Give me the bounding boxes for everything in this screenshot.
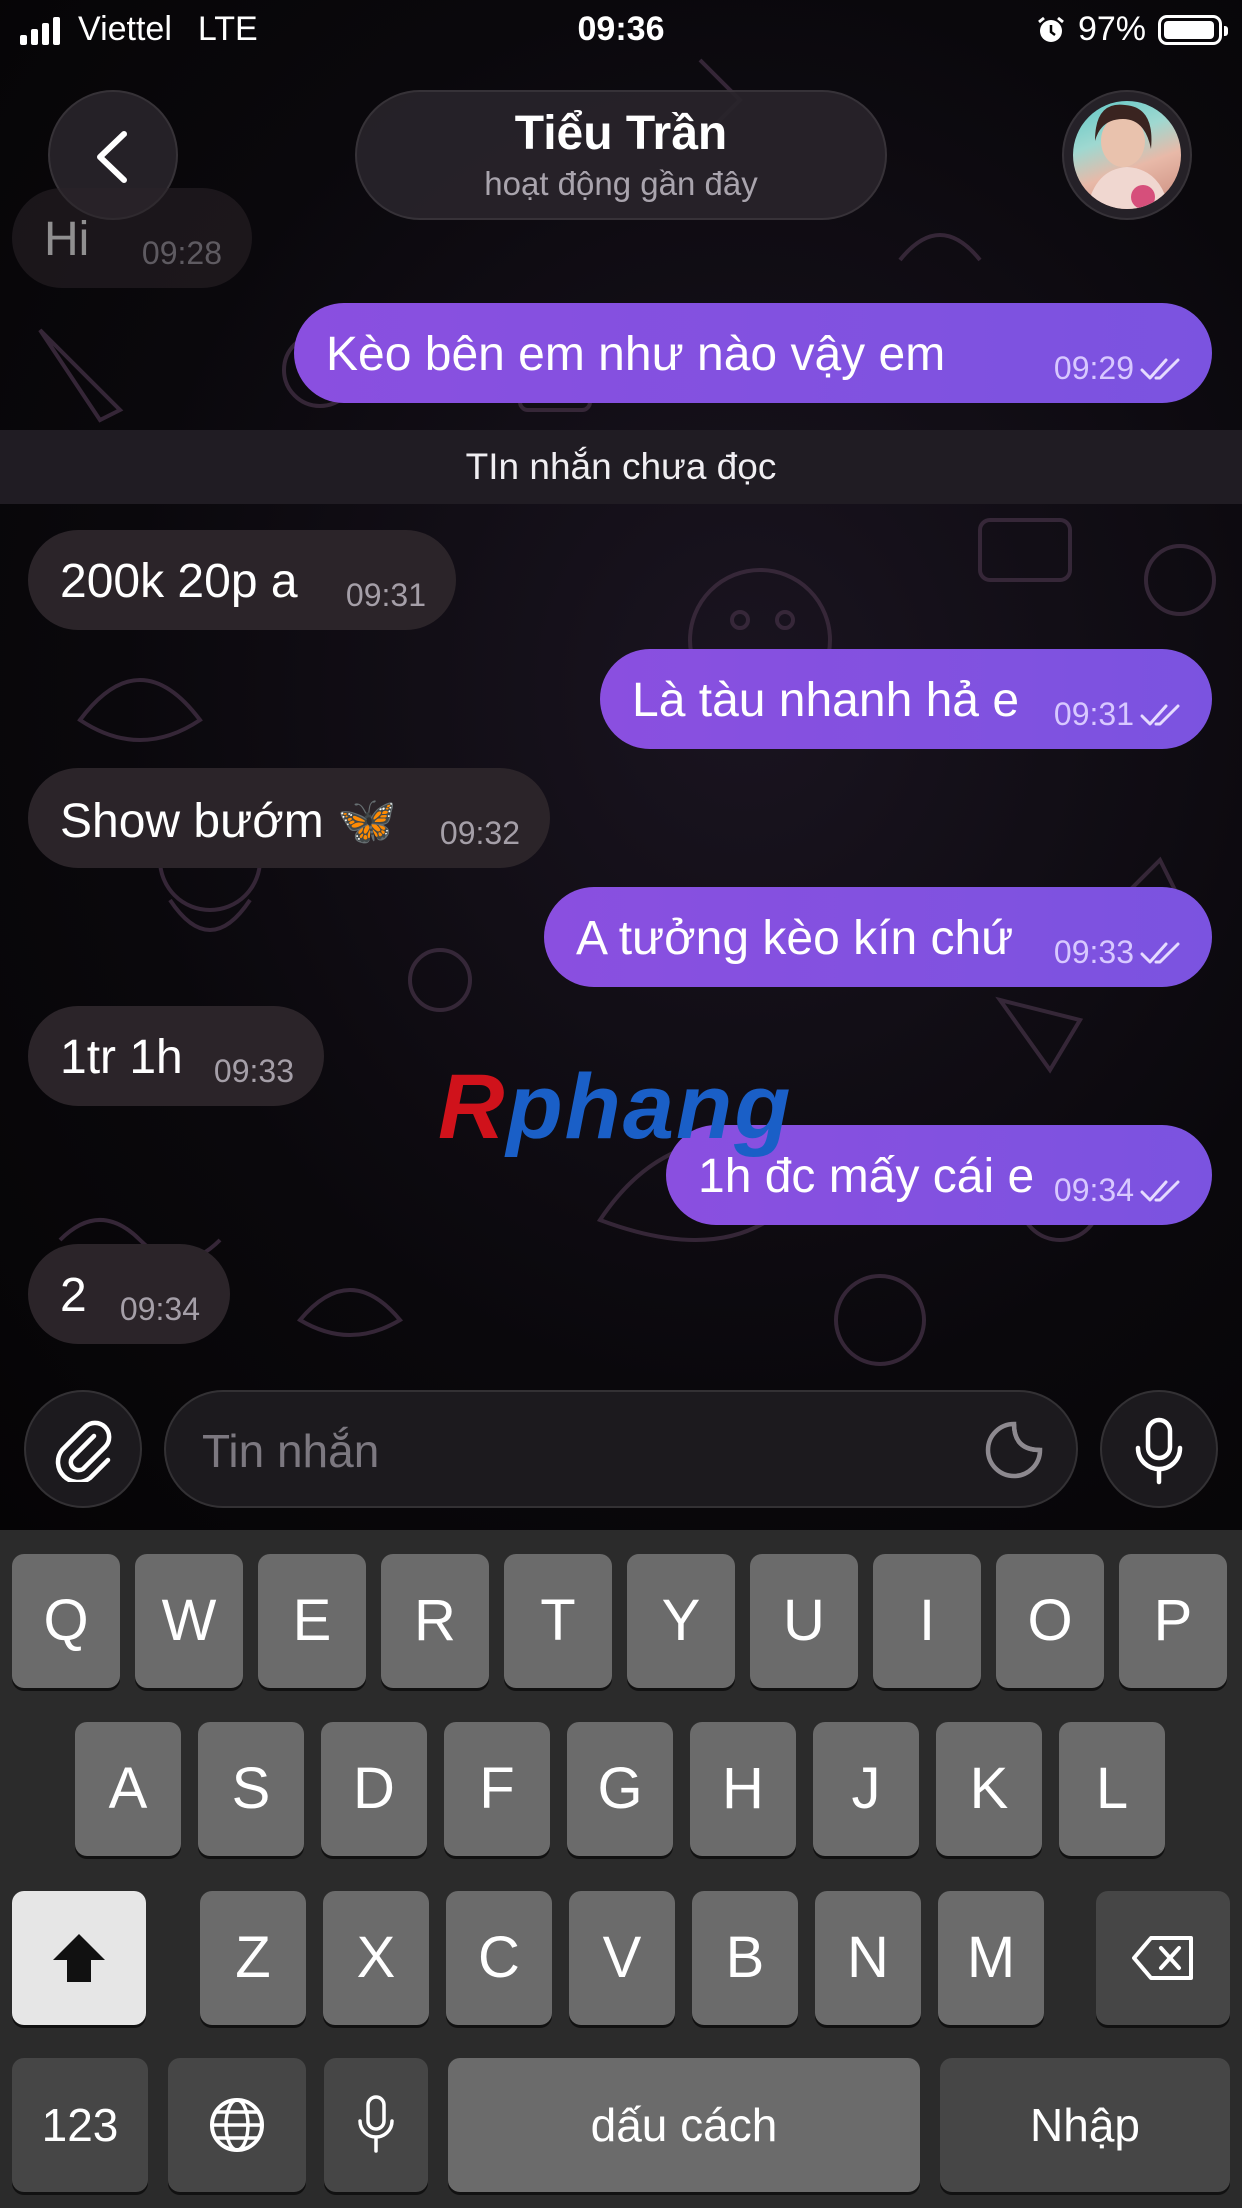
shift-arrow-icon [53,1934,105,1982]
message-time: 09:34 [1053,1172,1134,1208]
message-text: 200k 20p a [60,555,298,608]
message-time: 09:29 [1053,350,1134,386]
message-text: 2 [60,1269,87,1322]
key-m[interactable]: M [938,1891,1044,2025]
key-f[interactable]: F [444,1722,550,1856]
message-time: 09:34 [119,1291,200,1327]
keyboard: QWERTYUIOP ASDFGHJKL ZXCVBNM 123 dấu các… [0,1530,1242,2208]
globe-icon [210,2098,264,2152]
message-time: 09:31 [1053,696,1134,732]
incoming-message[interactable]: 1tr 1h 09:33 [28,1006,324,1106]
key-t[interactable]: T [504,1554,612,1688]
message-text: Show bướm 🦋 [60,795,397,848]
contact-name: Tiểu Trần [514,107,728,160]
chat-title[interactable]: Tiểu Trần hoạt động gần đây [355,90,887,220]
message-text: Hi [44,213,90,266]
key-y[interactable]: Y [627,1554,735,1688]
return-key[interactable]: Nhập [940,2058,1230,2192]
key-b[interactable]: B [692,1891,798,2025]
message-text: A tưởng kèo kín chứ [576,912,1014,965]
numbers-key[interactable]: 123 [12,2058,148,2192]
voice-record-button[interactable] [1100,1390,1218,1508]
key-j[interactable]: J [813,1722,919,1856]
chevron-left-icon [97,131,127,183]
outgoing-message[interactable]: Là tàu nhanh hả e 09:31 [600,649,1212,749]
shift-key[interactable] [12,1891,146,2025]
message-time: 09:32 [439,815,520,851]
dictation-key[interactable] [324,2058,428,2192]
key-g[interactable]: G [567,1722,673,1856]
message-meta: 09:29 [1054,350,1186,387]
key-q[interactable]: Q [12,1554,120,1688]
key-k[interactable]: K [936,1722,1042,1856]
microphone-icon [1135,1417,1183,1485]
message-meta: 09:34 [120,1291,200,1328]
key-n[interactable]: N [815,1891,921,2025]
outgoing-message[interactable]: A tưởng kèo kín chứ 09:33 [544,887,1212,987]
alarm-icon [1038,16,1064,42]
message-meta: 09:28 [142,235,222,272]
incoming-message[interactable]: 200k 20p a 09:31 [28,530,456,630]
message-meta: 09:32 [440,815,520,852]
attach-button[interactable] [24,1390,142,1508]
key-p[interactable]: P [1119,1554,1227,1688]
backspace-key[interactable] [1096,1891,1230,2025]
battery-icon [1158,14,1228,45]
incoming-message[interactable]: Hi 09:28 [12,188,252,288]
message-placeholder: Tin nhắn [202,1425,380,1477]
space-key[interactable]: dấu cách [448,2058,920,2192]
backspace-icon [1132,1936,1193,1980]
sticker-icon[interactable] [982,1418,1046,1482]
message-time: 09:33 [213,1053,294,1089]
key-h[interactable]: H [690,1722,796,1856]
double-check-icon [1140,704,1180,725]
message-meta: 09:33 [214,1053,294,1090]
avatar[interactable] [1062,90,1192,220]
outgoing-message[interactable]: Kèo bên em như nào vậy em 09:29 [294,303,1212,403]
message-meta: 09:31 [346,577,426,614]
double-check-icon [1140,358,1180,379]
key-x[interactable]: X [323,1891,429,2025]
message-input[interactable]: Tin nhắn [164,1390,1078,1508]
paperclip-icon [55,1420,112,1482]
key-a[interactable]: A [75,1722,181,1856]
battery-percent: 97% [1077,10,1146,48]
contact-status: hoạt động gần đây [484,165,758,202]
status-bar: Viettel LTE 09:36 97% [0,0,1242,62]
incoming-message[interactable]: 2 09:34 [28,1244,230,1344]
key-i[interactable]: I [873,1554,981,1688]
key-e[interactable]: E [258,1554,366,1688]
unread-separator: TIn nhắn chưa đọc [0,430,1242,504]
key-l[interactable]: L [1059,1722,1165,1856]
key-w[interactable]: W [135,1554,243,1688]
avatar-image [1073,101,1181,209]
message-meta: 09:31 [1054,696,1186,733]
message-meta: 09:34 [1054,1172,1186,1209]
key-d[interactable]: D [321,1722,427,1856]
message-meta: 09:33 [1054,934,1186,971]
key-o[interactable]: O [996,1554,1104,1688]
globe-key[interactable] [168,2058,306,2192]
message-text: Kèo bên em như nào vậy em [326,328,946,381]
message-time: 09:33 [1053,934,1134,970]
incoming-message[interactable]: Show bướm 🦋 09:32 [28,768,550,868]
key-c[interactable]: C [446,1891,552,2025]
key-u[interactable]: U [750,1554,858,1688]
double-check-icon [1140,1180,1180,1201]
key-v[interactable]: V [569,1891,675,2025]
message-time: 09:31 [345,577,426,613]
message-time: 09:28 [141,235,222,271]
key-r[interactable]: R [381,1554,489,1688]
key-z[interactable]: Z [200,1891,306,2025]
watermark-logo: Rphang [438,1056,793,1158]
battery-fill [1164,20,1215,39]
message-text: Là tàu nhanh hả e [632,674,1020,727]
message-text: 1tr 1h [60,1031,183,1084]
key-s[interactable]: S [198,1722,304,1856]
microphone-icon [358,2095,394,2153]
double-check-icon [1140,942,1180,963]
